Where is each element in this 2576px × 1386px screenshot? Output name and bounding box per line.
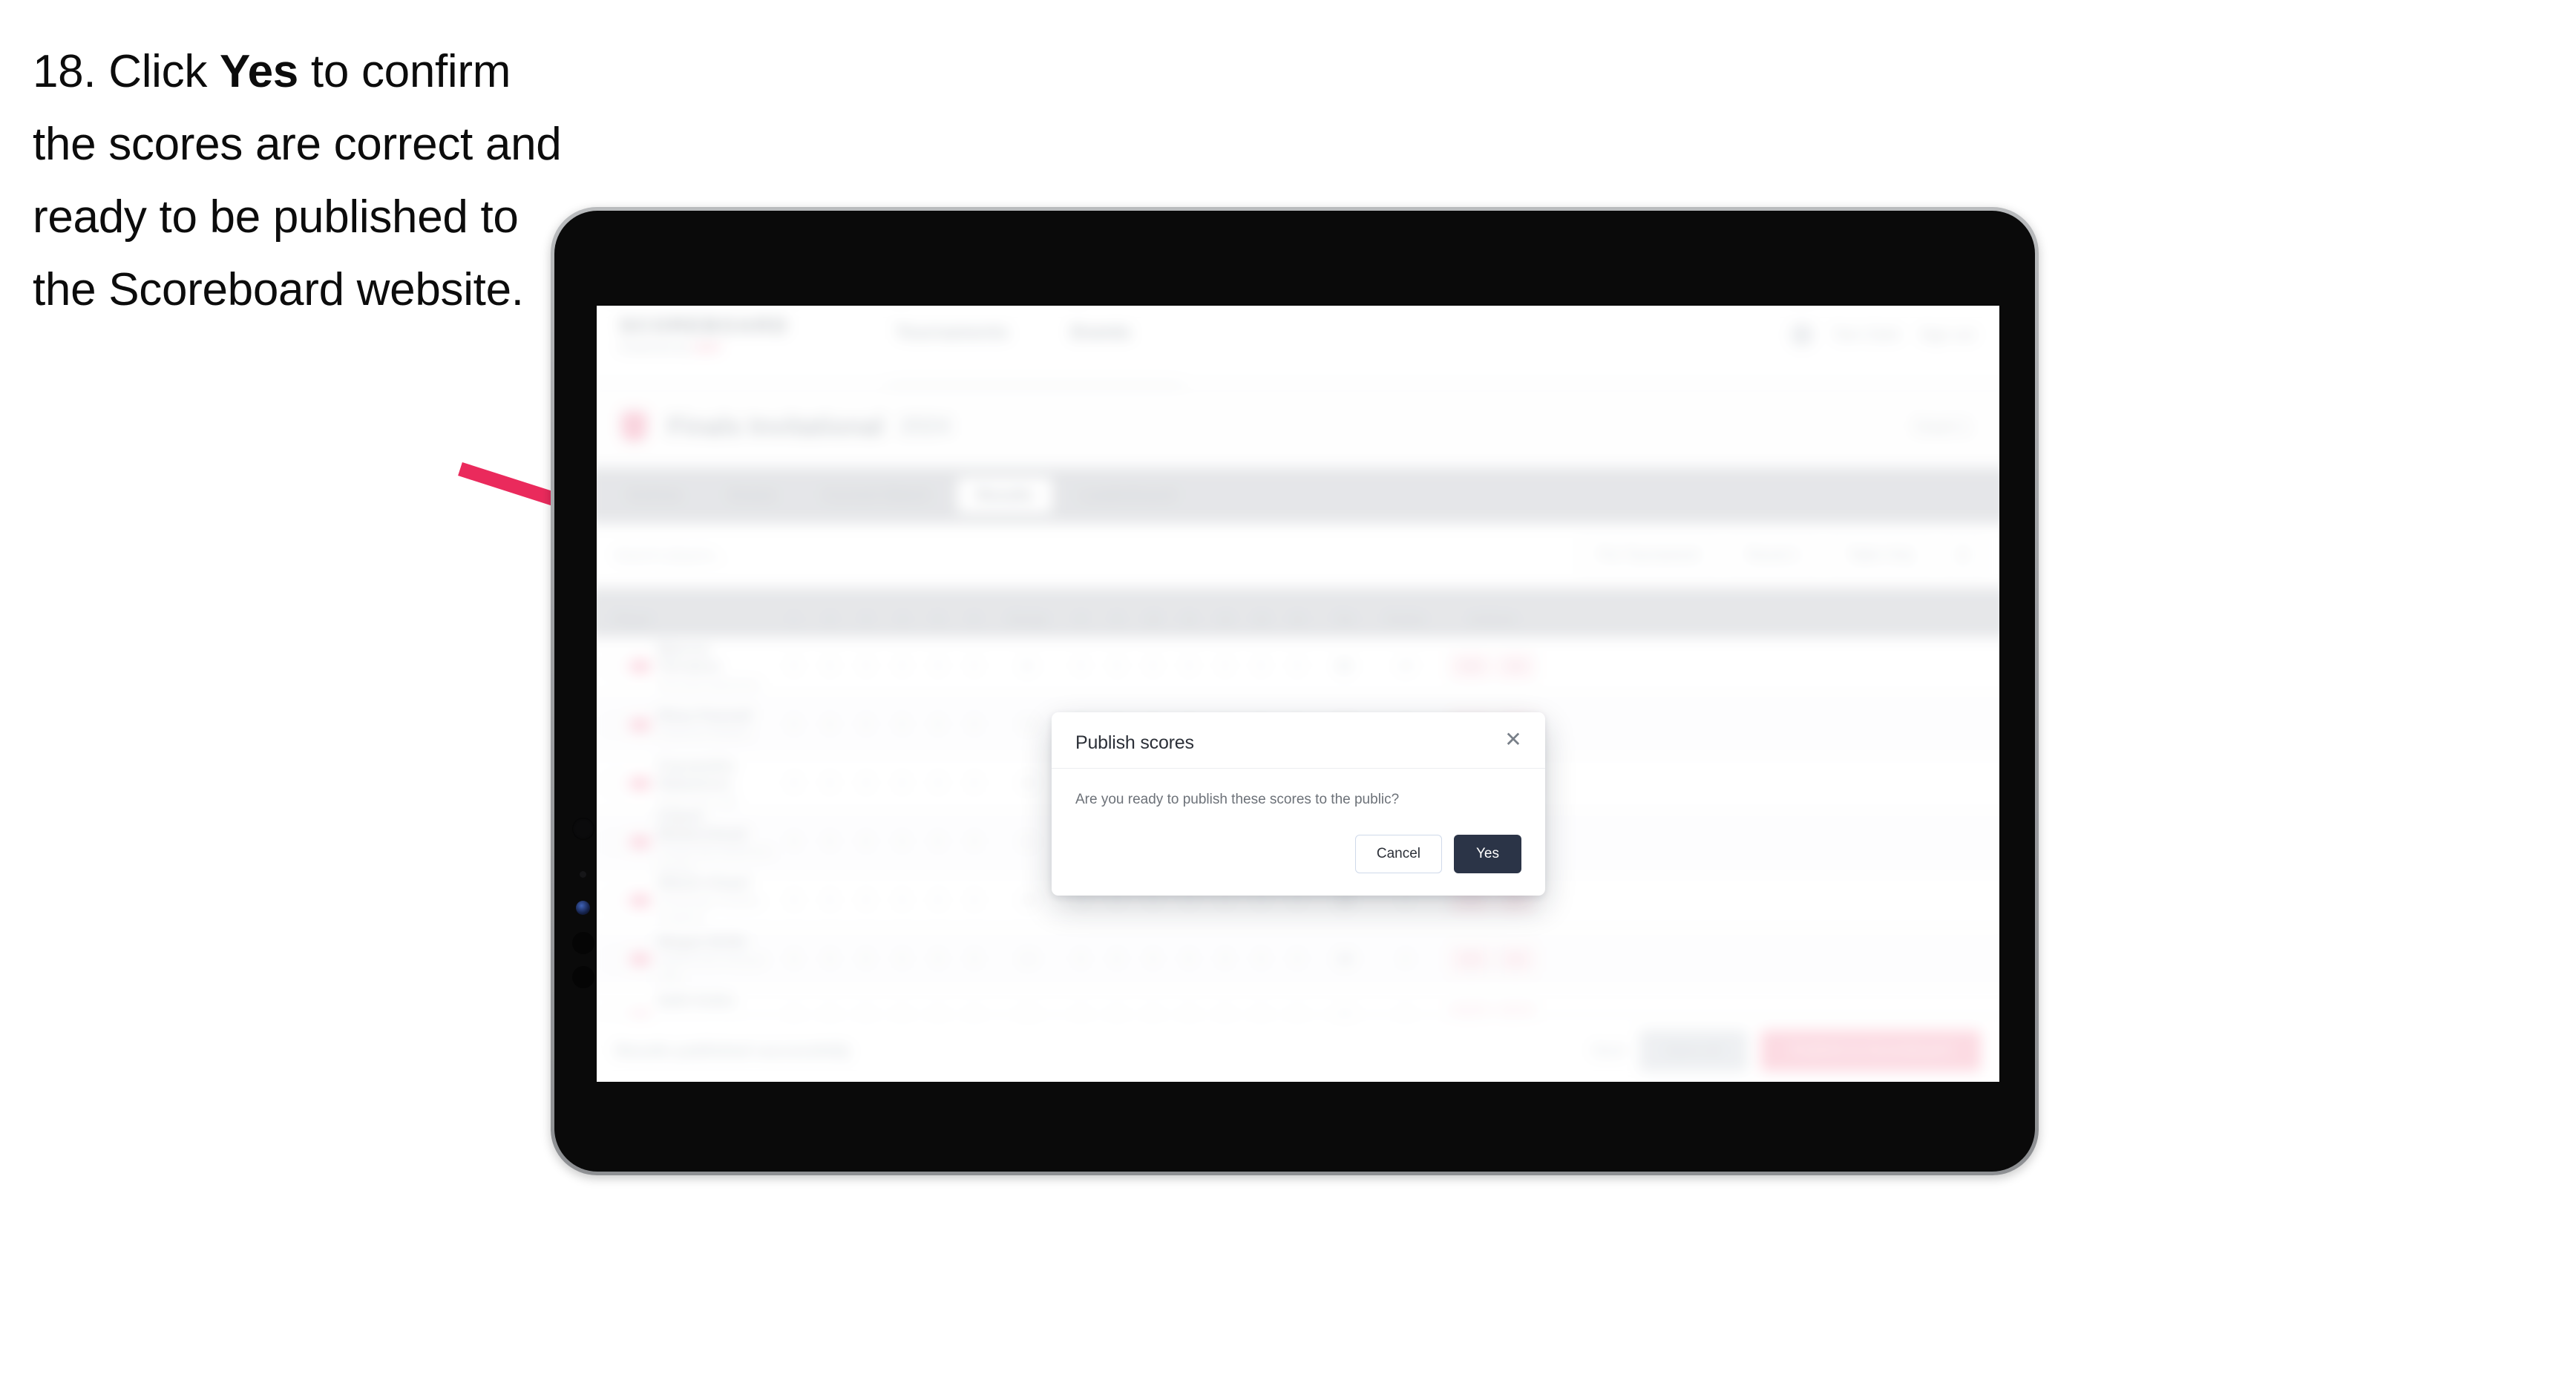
caption-emphasis: Yes <box>219 46 298 97</box>
step-number: 18. <box>33 46 96 97</box>
caption-text-before: Click <box>108 46 220 97</box>
instruction-caption: 18. Click Yes to confirm the scores are … <box>33 36 567 326</box>
tertiary-camera-icon <box>572 966 594 988</box>
ambient-sensor-icon <box>580 871 586 878</box>
dialog-footer: Cancel Yes <box>1052 814 1545 896</box>
app-screen: SCOREBOARD Powered by BWF Tournaments Ev… <box>597 306 1999 1082</box>
dialog-message: Are you ready to publish these scores to… <box>1075 792 1400 807</box>
dialog-body: Are you ready to publish these scores to… <box>1052 769 1545 814</box>
dialog-header: Publish scores ✕ <box>1052 712 1545 769</box>
close-icon[interactable]: ✕ <box>1501 727 1526 752</box>
front-camera-icon <box>572 818 594 840</box>
yes-button[interactable]: Yes <box>1454 834 1521 873</box>
tablet-device: SCOREBOARD Powered by BWF Tournaments Ev… <box>551 207 2039 1175</box>
cancel-button[interactable]: Cancel <box>1354 834 1442 873</box>
tablet-body: SCOREBOARD Powered by BWF Tournaments Ev… <box>554 211 2035 1172</box>
slide-root: 18. Click Yes to confirm the scores are … <box>0 0 2576 1386</box>
secondary-camera-icon <box>572 932 594 954</box>
indicator-led-icon <box>576 901 590 915</box>
modal-overlay[interactable] <box>597 306 1999 1082</box>
dialog-title: Publish scores <box>1075 732 1194 753</box>
publish-scores-dialog: Publish scores ✕ Are you ready to publis… <box>1052 712 1545 896</box>
